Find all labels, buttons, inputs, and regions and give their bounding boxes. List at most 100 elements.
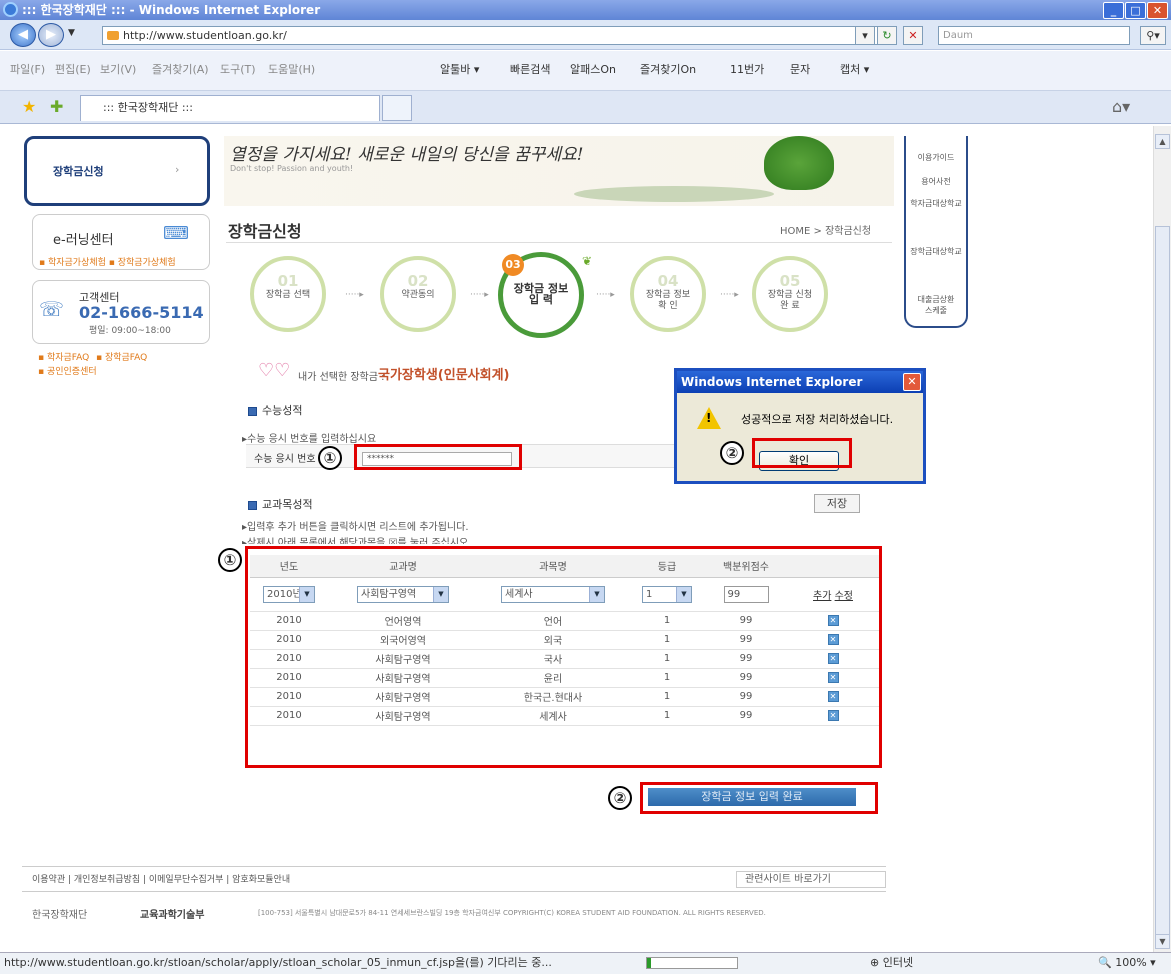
- section-bullet-icon: [248, 500, 257, 510]
- page-footer-links: 이용약관 | 개인정보취급방침 | 이메일무단수집거부 | 암호화모듈안내 관련…: [22, 866, 886, 892]
- maximize-button[interactable]: □: [1125, 2, 1146, 19]
- history-dropdown-icon[interactable]: ▼: [68, 28, 75, 38]
- window-title-bar: ::: 한국장학재단 ::: - Windows Internet Explor…: [0, 0, 1171, 20]
- faq-student-loan-link[interactable]: ▪ 학자금FAQ: [38, 350, 89, 363]
- menu-tools[interactable]: 도구(T): [220, 61, 256, 77]
- menu-help[interactable]: 도움말(H): [268, 61, 315, 77]
- org-logo: 한국장학재단: [32, 906, 87, 921]
- add-favorite-icon[interactable]: ✚: [50, 97, 63, 116]
- right-nav-loan-schools[interactable]: 학자금대상학교: [906, 198, 966, 209]
- address-bar-row: ◀ ▶ ▼ http://www.studentloan.go.kr/ ▾ ↻ …: [0, 20, 1171, 50]
- right-nav-scholarship-schools[interactable]: 장학금대상학교: [906, 246, 966, 257]
- step-arrow-icon: ·····▸: [345, 290, 364, 300]
- annotation-box-submit: [640, 782, 878, 814]
- alpass-button[interactable]: 알패스On: [570, 61, 616, 77]
- sms-button[interactable]: 문자: [790, 61, 810, 77]
- favorites-on-button[interactable]: 즐겨찾기On: [640, 61, 696, 77]
- course-note-delete: ▸삭제시 아래 목록에서 해당과목을 ☒를 눌러 주십시오.: [242, 538, 472, 544]
- elearning-box[interactable]: e-러닝센터 ⌨ ▪ 학자금가상체험 ▪ 장학금가상체험: [32, 214, 210, 270]
- home-icon[interactable]: ⌂▾: [1112, 97, 1130, 116]
- tab-studentloan[interactable]: ::: 한국장학재단 :::: [80, 95, 380, 121]
- zone-indicator: ⊕ 인터넷: [870, 956, 914, 969]
- menu-toolbar: 파일(F) 편집(E) 보기(V) 즐겨찾기(A) 도구(T) 도움말(H) 알…: [0, 51, 1171, 91]
- step-3-label: 장학금 정보 입 력: [513, 282, 569, 306]
- address-input[interactable]: http://www.studentloan.go.kr/: [102, 26, 897, 45]
- ministry-logo: 교육과학기술부: [140, 906, 204, 921]
- new-tab-button[interactable]: [382, 95, 412, 121]
- ministry-name: 교육과학기술부: [140, 910, 205, 921]
- save-button[interactable]: 저장: [814, 494, 860, 513]
- annotation-marker-1: ①: [318, 446, 342, 470]
- right-nav-repayment[interactable]: 대출금상환 스케줄: [906, 294, 966, 316]
- tab-label: ::: 한국장학재단 :::: [103, 101, 193, 114]
- related-sites-select[interactable]: 관련사이트 바로가기: [736, 871, 886, 888]
- altoolbar-button[interactable]: 알툴바 ▾: [440, 61, 479, 77]
- refresh-icon[interactable]: ↻: [877, 26, 897, 45]
- dialog-message: 성공적으로 저장 처리하셨습니다.: [741, 413, 894, 426]
- scroll-thumb[interactable]: [1155, 226, 1170, 946]
- search-input[interactable]: Daum: [938, 26, 1130, 45]
- dialog-close-icon[interactable]: ✕: [903, 373, 921, 391]
- forward-button[interactable]: ▶: [38, 23, 64, 47]
- customer-center-phone: 02-1666-5114: [79, 303, 204, 322]
- status-text: http://www.studentloan.go.kr/stloan/scho…: [4, 956, 552, 969]
- footer-address: [100-753] 서울특별시 남대문로5가 84-11 연세세브란스빌딩 19…: [258, 909, 766, 917]
- selected-scholarship-value: 국가장학생(인문사회계): [378, 368, 510, 383]
- step-3-number: 03: [502, 254, 524, 276]
- scroll-down-icon[interactable]: ▼: [1155, 934, 1170, 949]
- 11st-button[interactable]: 11번가: [730, 61, 764, 77]
- menu-favorites[interactable]: 즐겨찾기(A): [152, 61, 209, 77]
- back-button[interactable]: ◀: [10, 23, 36, 47]
- menu-file[interactable]: 파일(F): [10, 61, 45, 77]
- search-icon[interactable]: ⚲▾: [1140, 26, 1166, 45]
- csat-title-text: 수능성적: [262, 404, 303, 417]
- banner-tree-icon: [764, 136, 834, 190]
- page-title: 장학금신청: [228, 222, 302, 241]
- title-divider: [226, 242, 892, 243]
- capture-button[interactable]: 캡처 ▾: [840, 61, 869, 77]
- breadcrumb: HOME > 장학금신청: [780, 226, 872, 237]
- zoom-control[interactable]: 🔍 100% ▾: [1098, 953, 1156, 973]
- course-note-add: ▸입력후 추가 버튼을 클릭하시면 리스트에 추가됩니다.: [242, 522, 469, 533]
- stop-icon[interactable]: ✕: [903, 26, 923, 45]
- favorites-star-icon[interactable]: ★: [22, 97, 36, 116]
- right-quick-nav: 이용가이드 용어사전 학자금대상학교 장학금대상학교 대출금상환 스케줄: [904, 136, 968, 328]
- selected-scholarship-label: 내가 선택한 장학금 :: [298, 372, 385, 383]
- menu-edit[interactable]: 편집(E): [55, 61, 91, 77]
- step-5: 05 장학금 신청 완 료: [752, 256, 828, 332]
- customer-center-hours: 평일: 09:00~18:00: [89, 326, 171, 336]
- chevron-right-icon: ›: [175, 163, 180, 176]
- step-2-number: 02: [407, 272, 429, 290]
- certificate-center-link[interactable]: ▪ 공인인증센터: [38, 364, 97, 377]
- close-window-button[interactable]: ✕: [1147, 2, 1168, 19]
- elearning-links[interactable]: ▪ 학자금가상체험 ▪ 장학금가상체험: [39, 255, 176, 268]
- faq-scholarship-link[interactable]: ▪ 장학금FAQ: [96, 350, 147, 363]
- scroll-up-icon[interactable]: ▲: [1155, 134, 1170, 149]
- step-arrow-icon: ·····▸: [596, 290, 615, 300]
- status-bar: http://www.studentloan.go.kr/stloan/scho…: [0, 952, 1171, 974]
- site-favicon-icon: [107, 31, 119, 40]
- elearning-label: e-러닝센터: [53, 233, 114, 248]
- zoom-level: 100%: [1115, 956, 1147, 969]
- right-nav-guide[interactable]: 이용가이드: [906, 152, 966, 163]
- heart-icon: ♡♡: [258, 360, 291, 381]
- vertical-scrollbar[interactable]: ▲ ▼: [1153, 126, 1171, 952]
- window-title: ::: 한국장학재단 ::: - Windows Internet Explor…: [22, 3, 321, 17]
- ie-logo-icon: [3, 2, 18, 17]
- address-text: http://www.studentloan.go.kr/: [123, 29, 287, 42]
- quick-search-button[interactable]: 빠른검색: [510, 61, 550, 77]
- menu-view[interactable]: 보기(V): [100, 61, 136, 77]
- section-bullet-icon: [248, 406, 257, 416]
- step-5-label: 장학금 신청 완 료: [767, 290, 813, 311]
- zone-label: 인터넷: [882, 956, 914, 969]
- banner-subtitle: Don't stop! Passion and youth!: [230, 164, 354, 173]
- footer-links[interactable]: 이용약관 | 개인정보취급방침 | 이메일무단수집거부 | 암호화모듈안내: [32, 875, 290, 885]
- step-5-number: 05: [779, 272, 801, 290]
- org-name: 한국장학재단: [32, 910, 88, 921]
- sidebar-apply[interactable]: 장학금신청 ›: [24, 136, 210, 206]
- minimize-button[interactable]: _: [1103, 2, 1124, 19]
- right-nav-glossary[interactable]: 용어사전: [906, 176, 966, 187]
- address-dropdown-icon[interactable]: ▾: [855, 26, 875, 45]
- banner-slogan: 열정을 가지세요! 새로운 내일의 당신을 꿈꾸세요!: [230, 145, 584, 165]
- csat-instruction: ▸수능 응시 번호를 입력하십시요: [242, 434, 377, 445]
